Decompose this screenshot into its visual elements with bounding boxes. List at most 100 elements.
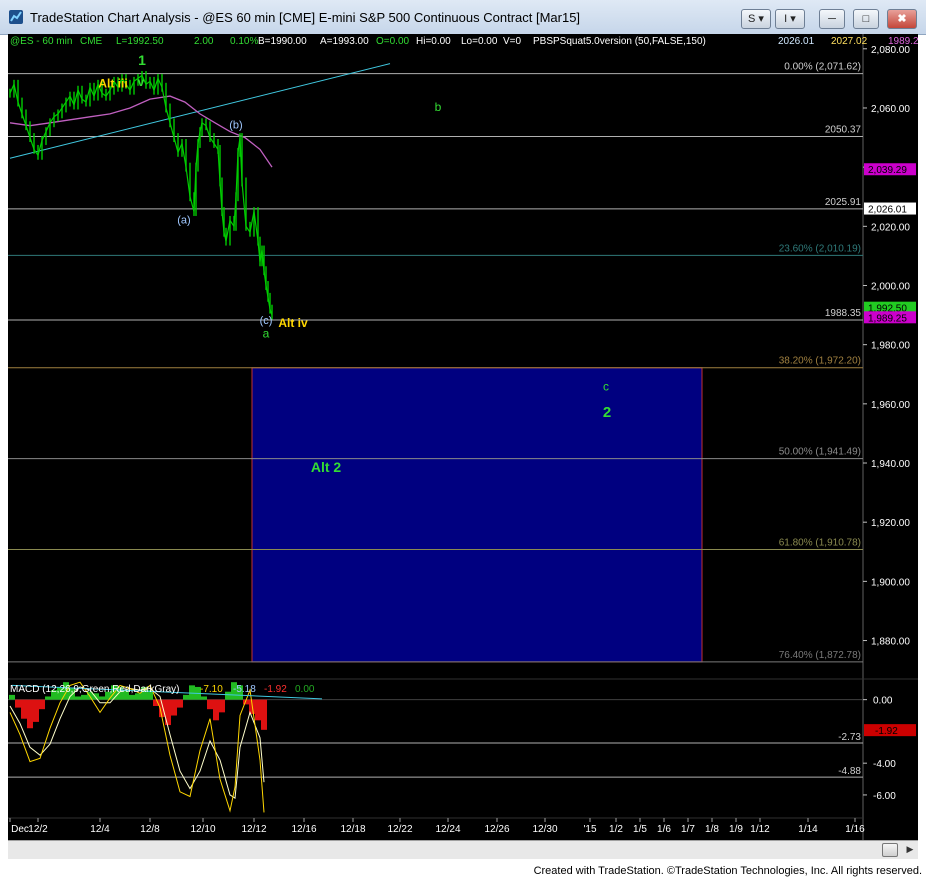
maximize-button[interactable]: □ bbox=[853, 9, 879, 29]
macd-line bbox=[9, 681, 265, 813]
macd-histogram-bar bbox=[225, 691, 231, 700]
chart-area[interactable]: 0.00% (2,071.62) 2050.37 2025.91 23.60% (2,… bbox=[8, 34, 918, 858]
header-field: 0.10% bbox=[230, 36, 258, 47]
macd-histogram-bar bbox=[15, 699, 21, 708]
wave-label: (c) bbox=[260, 315, 273, 327]
x-axis-tick-label: 12/4 bbox=[90, 824, 110, 835]
x-axis-tick-label: 12/26 bbox=[484, 824, 509, 835]
x-axis-tick-label: 12/30 bbox=[532, 824, 557, 835]
x-axis-tick-label: 12/12 bbox=[241, 824, 266, 835]
x-axis-tick-label: '15 bbox=[583, 824, 596, 835]
wave-label: b bbox=[435, 100, 442, 114]
price-axis-value-label: 2,026.01 bbox=[868, 205, 907, 216]
header-field: Lo=0.00 bbox=[461, 36, 498, 47]
macd-histogram-bar bbox=[75, 696, 81, 700]
header-field: V=0 bbox=[503, 36, 522, 47]
price-axis-tick-label: 1,980.00 bbox=[871, 341, 910, 352]
price-axis-tick-label: 2,060.00 bbox=[871, 104, 910, 115]
price-series-line bbox=[9, 74, 273, 316]
horizontal-scrollbar[interactable]: ▶ bbox=[8, 840, 918, 859]
fib-level-label: 76.40% (1,872.78) bbox=[779, 650, 861, 661]
x-axis-tick-label: 1/7 bbox=[681, 824, 695, 835]
macd-histogram-bar bbox=[129, 694, 135, 700]
macd-ref-label: -2.73 bbox=[838, 732, 861, 743]
price-axis-tick-label: 1,900.00 bbox=[871, 577, 910, 588]
x-axis-tick-label: 12/24 bbox=[435, 824, 460, 835]
macd-histogram-bar bbox=[21, 699, 27, 719]
target-zone-box bbox=[251, 367, 703, 663]
macd-histogram-bar bbox=[213, 699, 219, 721]
wave-label: Alt iv bbox=[278, 316, 308, 330]
header-field: PBSPSquat5.0version (50,FALSE,150) bbox=[533, 36, 706, 47]
header-field: @ES - 60 min bbox=[10, 36, 72, 47]
macd-histogram-bar bbox=[33, 699, 39, 722]
macd-histogram-bar bbox=[189, 685, 195, 700]
macd-histogram-bar bbox=[39, 699, 45, 710]
wave-label: (b) bbox=[229, 120, 242, 132]
macd-header-value: -7.10 bbox=[200, 684, 223, 695]
price-axis-value-label: 2,039.29 bbox=[868, 165, 907, 176]
header-field: B=1990.00 bbox=[258, 36, 307, 47]
macd-axis-tick-label: -6.00 bbox=[873, 791, 896, 802]
price-axis-tick-label: 2,020.00 bbox=[871, 222, 910, 233]
x-axis-tick-label: 12/10 bbox=[190, 824, 215, 835]
macd-histogram-bar bbox=[219, 699, 225, 713]
macd-histogram-bar bbox=[9, 694, 15, 700]
x-axis-tick-label: 1/5 bbox=[633, 824, 647, 835]
wave-label: c bbox=[603, 380, 609, 394]
macd-signal-line bbox=[9, 686, 265, 799]
macd-axis-tick-label: -4.00 bbox=[873, 759, 896, 770]
fib-level-label: 61.80% (1,910.78) bbox=[779, 537, 861, 548]
macd-ref-label: -4.88 bbox=[838, 766, 861, 777]
wave-label: a bbox=[263, 326, 270, 340]
fib-level-label: 23.60% (2,010.19) bbox=[779, 243, 861, 254]
fib-level-label: 1988.35 bbox=[825, 308, 862, 319]
minimize-button[interactable]: ─ bbox=[819, 9, 845, 29]
wave-label: Alt iii bbox=[98, 76, 127, 90]
fib-level-label: 50.00% (1,941.49) bbox=[779, 447, 861, 458]
wave-label: v bbox=[138, 75, 145, 89]
price-axis-tick-label: 1,920.00 bbox=[871, 518, 910, 529]
title-bar: TradeStation Chart Analysis - @ES 60 min… bbox=[0, 0, 926, 35]
macd-histogram-bar bbox=[261, 699, 267, 730]
macd-axis-value-label: -1.92 bbox=[875, 726, 898, 737]
wave-label: 1 bbox=[138, 52, 146, 68]
fib-level-label: 38.20% (1,972.20) bbox=[779, 356, 861, 367]
fib-level-label: 2025.91 bbox=[825, 197, 862, 208]
header-field: CME bbox=[80, 36, 103, 47]
macd-histogram-bar bbox=[255, 699, 261, 721]
fib-level-label: 2050.37 bbox=[825, 124, 862, 135]
wave-label: (a) bbox=[177, 214, 190, 226]
study-value: 1989.25 bbox=[888, 36, 918, 47]
x-axis-tick-label: 12/18 bbox=[340, 824, 365, 835]
wave-label: 2 bbox=[603, 404, 611, 421]
x-axis-tick-label: 12/22 bbox=[387, 824, 412, 835]
s-menu-button[interactable]: S ▾ bbox=[741, 9, 771, 29]
macd-histogram-bar bbox=[183, 694, 189, 700]
macd-histogram-bar bbox=[171, 699, 177, 716]
macd-histogram-bar bbox=[27, 699, 33, 729]
x-axis-tick-label: 1/9 bbox=[729, 824, 743, 835]
macd-header-value: 0.00 bbox=[295, 684, 315, 695]
price-axis-tick-label: 2,000.00 bbox=[871, 281, 910, 292]
price-axis-tick-label: 1,960.00 bbox=[871, 400, 910, 411]
header-field: 2.00 bbox=[194, 36, 214, 47]
scroll-thumb[interactable] bbox=[882, 843, 898, 857]
i-menu-button[interactable]: I ▾ bbox=[775, 9, 805, 29]
wave-label: Alt 2 bbox=[311, 459, 342, 475]
macd-histogram-bar bbox=[207, 699, 213, 710]
macd-histogram-bar bbox=[45, 696, 51, 700]
study-value: 2027.02 bbox=[831, 36, 868, 47]
scroll-right-arrow-icon[interactable]: ▶ bbox=[904, 843, 916, 855]
app-icon bbox=[9, 10, 23, 24]
macd-histogram-bar bbox=[177, 699, 183, 708]
x-axis-tick-label: 1/12 bbox=[750, 824, 770, 835]
close-button[interactable]: ✖ bbox=[887, 9, 917, 29]
macd-histogram-bar bbox=[165, 699, 171, 726]
copyright-text: Created with TradeStation. ©TradeStation… bbox=[533, 865, 922, 877]
chart-svg: 0.00% (2,071.62) 2050.37 2025.91 23.60% (2,… bbox=[8, 34, 918, 840]
x-axis-tick-label: 1/16 bbox=[845, 824, 865, 835]
x-axis-tick-label: 1/6 bbox=[657, 824, 671, 835]
price-axis-tick-label: 1,880.00 bbox=[871, 637, 910, 648]
macd-histogram-bar bbox=[81, 694, 87, 700]
